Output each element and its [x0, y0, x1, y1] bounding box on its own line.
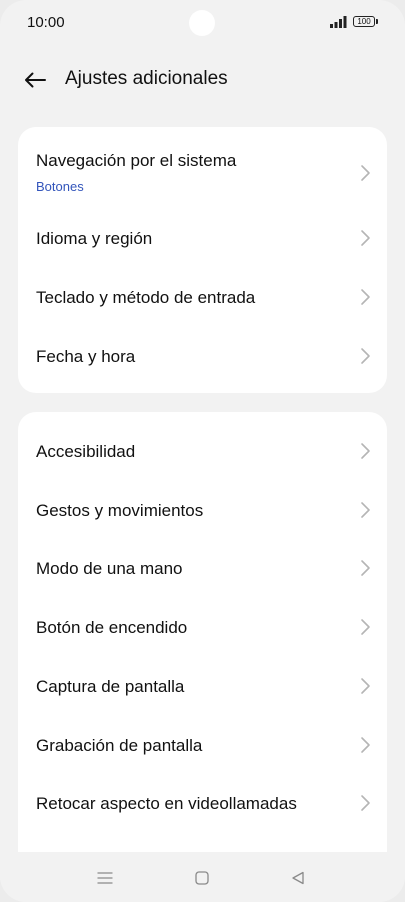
status-time: 10:00	[27, 14, 65, 31]
settings-item-power-button[interactable]: Botón de encendido	[18, 598, 387, 657]
chevron-right-icon	[361, 348, 370, 364]
item-label: Fecha y hora	[36, 347, 136, 366]
chevron-right-icon	[361, 502, 370, 518]
settings-item-screen-recording[interactable]: Grabación de pantalla	[18, 716, 387, 774]
item-label: Navegación por el sistema	[36, 151, 237, 170]
chevron-right-icon	[361, 795, 370, 811]
back-arrow-icon	[25, 72, 46, 88]
chevron-right-icon	[361, 619, 370, 635]
chevron-right-icon	[361, 443, 370, 459]
settings-item-video-call-retouch[interactable]: Retocar aspecto en videollamadas	[18, 774, 387, 833]
recent-apps-button[interactable]	[93, 866, 117, 890]
settings-item-one-hand-mode[interactable]: Modo de una mano	[18, 539, 387, 598]
chevron-right-icon	[361, 165, 370, 181]
phone-screen: 10:00 100 Ajustes adicionales Navegación…	[0, 0, 405, 902]
status-bar: 10:00 100	[0, 0, 405, 46]
item-label: Accesibilidad	[36, 442, 136, 461]
camera-cutout	[189, 10, 215, 36]
settings-item-gestures[interactable]: Gestos y movimientos	[18, 480, 387, 539]
back-nav-button[interactable]	[286, 866, 310, 890]
navigation-bar	[0, 852, 405, 902]
settings-item-accessibility[interactable]: Accesibilidad	[18, 422, 387, 480]
item-label: Retocar aspecto en videollamadas	[36, 794, 297, 813]
item-label: Gestos y movimientos	[36, 501, 204, 520]
item-label: Captura de pantalla	[36, 677, 185, 696]
settings-group-1: Navegación por el sistema Botones Idioma…	[18, 127, 387, 393]
settings-item-screenshot[interactable]: Captura de pantalla	[18, 657, 387, 716]
item-label: Teclado y método de entrada	[36, 288, 256, 307]
settings-group-2: Accesibilidad Gestos y movimientos Modo …	[18, 412, 387, 872]
battery-icon: 100	[353, 16, 378, 27]
home-button[interactable]	[190, 866, 214, 890]
chevron-right-icon	[361, 289, 370, 305]
back-button[interactable]	[18, 65, 52, 95]
chevron-right-icon	[361, 560, 370, 576]
settings-item-date-time[interactable]: Fecha y hora	[18, 322, 387, 381]
chevron-right-icon	[361, 737, 370, 753]
chevron-right-icon	[361, 678, 370, 694]
square-icon	[195, 871, 209, 885]
settings-item-language-region[interactable]: Idioma y región	[18, 205, 387, 263]
header: Ajustes adicionales	[0, 55, 405, 105]
menu-icon	[97, 872, 113, 884]
settings-item-keyboard-input[interactable]: Teclado y método de entrada	[18, 263, 387, 322]
item-sublabel: Botones	[36, 179, 84, 194]
settings-item-system-navigation[interactable]: Navegación por el sistema Botones	[18, 127, 387, 205]
item-label: Botón de encendido	[36, 618, 188, 637]
signal-icon	[330, 16, 347, 28]
item-label: Modo de una mano	[36, 559, 183, 578]
item-label: Grabación de pantalla	[36, 736, 203, 755]
page-title: Ajustes adicionales	[65, 68, 228, 89]
triangle-back-icon	[292, 871, 304, 885]
chevron-right-icon	[361, 230, 370, 246]
item-label: Idioma y región	[36, 229, 153, 248]
